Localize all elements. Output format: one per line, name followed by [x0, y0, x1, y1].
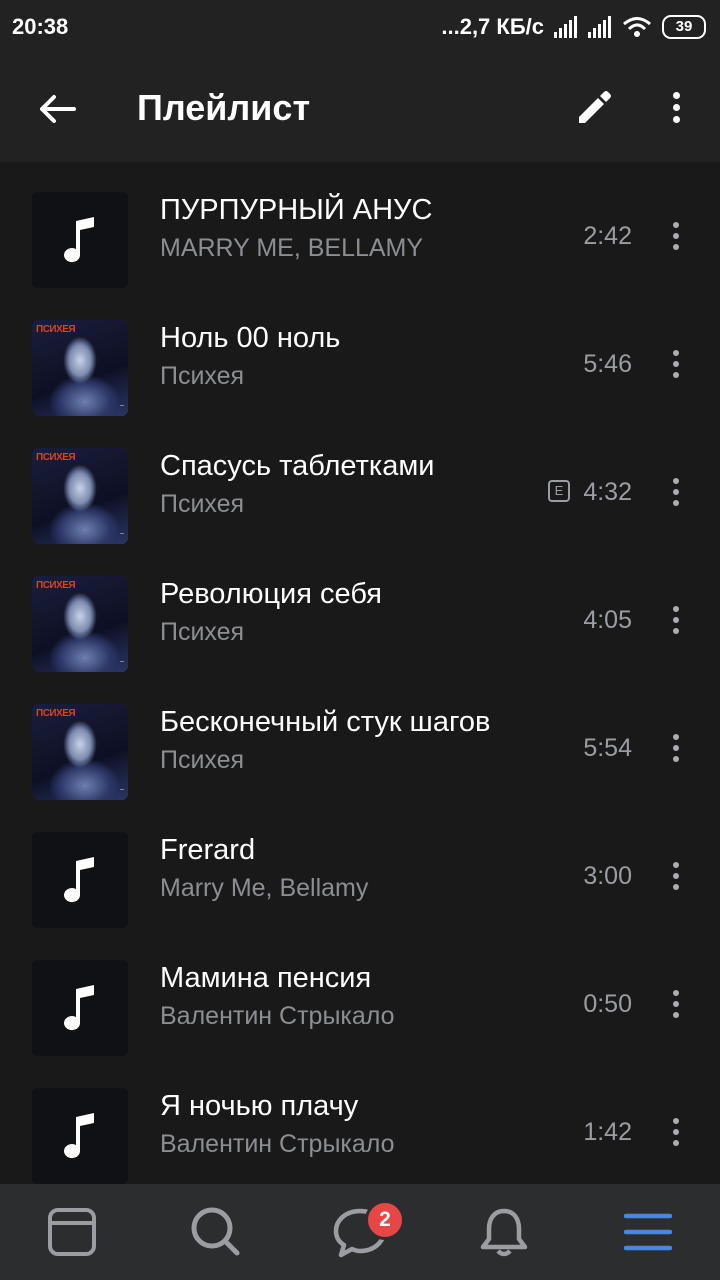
cover-placeholder	[32, 192, 128, 288]
more-vertical-icon	[673, 862, 679, 890]
track-menu-button[interactable]	[656, 472, 696, 512]
track-artist: Психея	[160, 618, 245, 646]
track-duration: 0:50	[583, 990, 632, 1018]
app-bar: Плейлист	[0, 54, 720, 162]
more-vertical-icon	[673, 478, 679, 506]
tab-messages[interactable]: 2	[315, 1192, 405, 1272]
track-title: Ноль 00 ноль	[160, 322, 341, 354]
more-vertical-icon	[673, 1118, 679, 1146]
track-artist: Психея	[160, 362, 245, 390]
search-icon	[191, 1207, 240, 1256]
more-vertical-icon	[673, 222, 679, 250]
page-title: Плейлист	[137, 87, 311, 128]
track-menu-button[interactable]	[656, 600, 696, 640]
track-duration: 5:46	[583, 350, 632, 378]
track-title: Я ночью плачу	[160, 1090, 359, 1122]
explicit-badge: E	[548, 480, 570, 502]
more-options-button[interactable]	[652, 80, 700, 134]
tab-menu[interactable]	[603, 1192, 693, 1272]
album-cover: ПСИХЕЯ ~	[32, 704, 128, 800]
music-note-icon	[64, 985, 94, 1031]
wifi-icon	[623, 17, 651, 37]
track-artist: Валентин Стрыкало	[160, 1130, 395, 1158]
track-row[interactable]: ПСИХЕЯ ~ Спасусь таблетками Психея E 4:32	[0, 434, 720, 562]
track-row[interactable]: ПУРПУРНЫЙ АНУС MARRY ME, BELLAMY 2:42	[0, 178, 720, 306]
track-title: Frerard	[160, 834, 256, 866]
status-bar: 20:38 ...2,7 КБ/с 39	[0, 0, 720, 54]
messages-badge: 2	[365, 1200, 405, 1240]
network-speed: ...2,7 КБ/с	[441, 14, 544, 39]
track-menu-button[interactable]	[656, 216, 696, 256]
edit-button[interactable]	[566, 80, 620, 134]
track-menu-button[interactable]	[656, 856, 696, 896]
track-menu-button[interactable]	[656, 728, 696, 768]
track-duration: 3:00	[583, 862, 632, 890]
cover-placeholder	[32, 960, 128, 1056]
track-row[interactable]: Мамина пенсия Валентин Стрыкало 0:50	[0, 946, 720, 1074]
arrow-left-icon	[40, 95, 76, 123]
track-duration: 5:54	[583, 734, 632, 762]
battery-indicator: 39	[662, 15, 706, 39]
track-menu-button[interactable]	[656, 984, 696, 1024]
signal-icon	[554, 16, 577, 38]
track-menu-button[interactable]	[656, 344, 696, 384]
music-note-icon	[64, 217, 94, 263]
track-menu-button[interactable]	[656, 1112, 696, 1152]
album-cover: ПСИХЕЯ ~	[32, 448, 128, 544]
track-row[interactable]: ПСИХЕЯ ~ Ноль 00 ноль Психея 5:46	[0, 306, 720, 434]
track-row[interactable]: Я ночью плачу Валентин Стрыкало 1:42	[0, 1074, 720, 1202]
track-row[interactable]: ПСИХЕЯ ~ Бесконечный стук шагов Психея 5:54	[0, 690, 720, 818]
album-cover: ПСИХЕЯ ~	[32, 576, 128, 672]
track-row[interactable]: ПСИХЕЯ ~ Революция себя Психея 4:05	[0, 562, 720, 690]
bell-icon	[480, 1208, 528, 1257]
pencil-icon	[579, 91, 611, 123]
track-artist: Валентин Стрыкало	[160, 1002, 395, 1030]
track-title: Мамина пенсия	[160, 962, 372, 994]
menu-icon	[624, 1213, 672, 1251]
track-artist: MARRY ME, BELLAMY	[160, 234, 424, 262]
music-note-icon	[64, 1113, 94, 1159]
more-vertical-icon	[672, 91, 680, 123]
track-title: ПУРПУРНЫЙ АНУС	[160, 194, 433, 226]
track-artist: Психея	[160, 490, 245, 518]
back-button[interactable]	[30, 82, 84, 136]
tab-search[interactable]	[171, 1192, 261, 1272]
track-title: Спасусь таблетками	[160, 450, 435, 482]
track-duration: 2:42	[583, 222, 632, 250]
tab-newsfeed[interactable]	[27, 1192, 117, 1272]
newsfeed-icon	[48, 1208, 96, 1256]
cover-placeholder	[32, 1088, 128, 1184]
bottom-tab-bar: 2	[0, 1184, 720, 1280]
status-time: 20:38	[12, 14, 69, 39]
track-title: Бесконечный стук шагов	[160, 706, 491, 738]
signal-icon-2	[588, 16, 611, 38]
track-list: ПУРПУРНЫЙ АНУС MARRY ME, BELLAMY 2:42 ПСИХЕ…	[0, 162, 720, 1202]
track-duration: 4:05	[583, 606, 632, 634]
more-vertical-icon	[673, 350, 679, 378]
status-icons: ...2,7 КБ/с 39	[441, 14, 706, 40]
track-duration: 1:42	[583, 1118, 632, 1146]
cover-placeholder	[32, 832, 128, 928]
track-title: Революция себя	[160, 578, 382, 610]
more-vertical-icon	[673, 734, 679, 762]
more-vertical-icon	[673, 606, 679, 634]
tab-notifications[interactable]	[459, 1192, 549, 1272]
track-artist: Психея	[160, 746, 245, 774]
music-note-icon	[64, 857, 94, 903]
track-artist: Marry Me, Bellamy	[160, 874, 369, 902]
track-row[interactable]: Frerard Marry Me, Bellamy 3:00	[0, 818, 720, 946]
track-duration: 4:32	[583, 478, 632, 506]
more-vertical-icon	[673, 990, 679, 1018]
album-cover: ПСИХЕЯ ~	[32, 320, 128, 416]
